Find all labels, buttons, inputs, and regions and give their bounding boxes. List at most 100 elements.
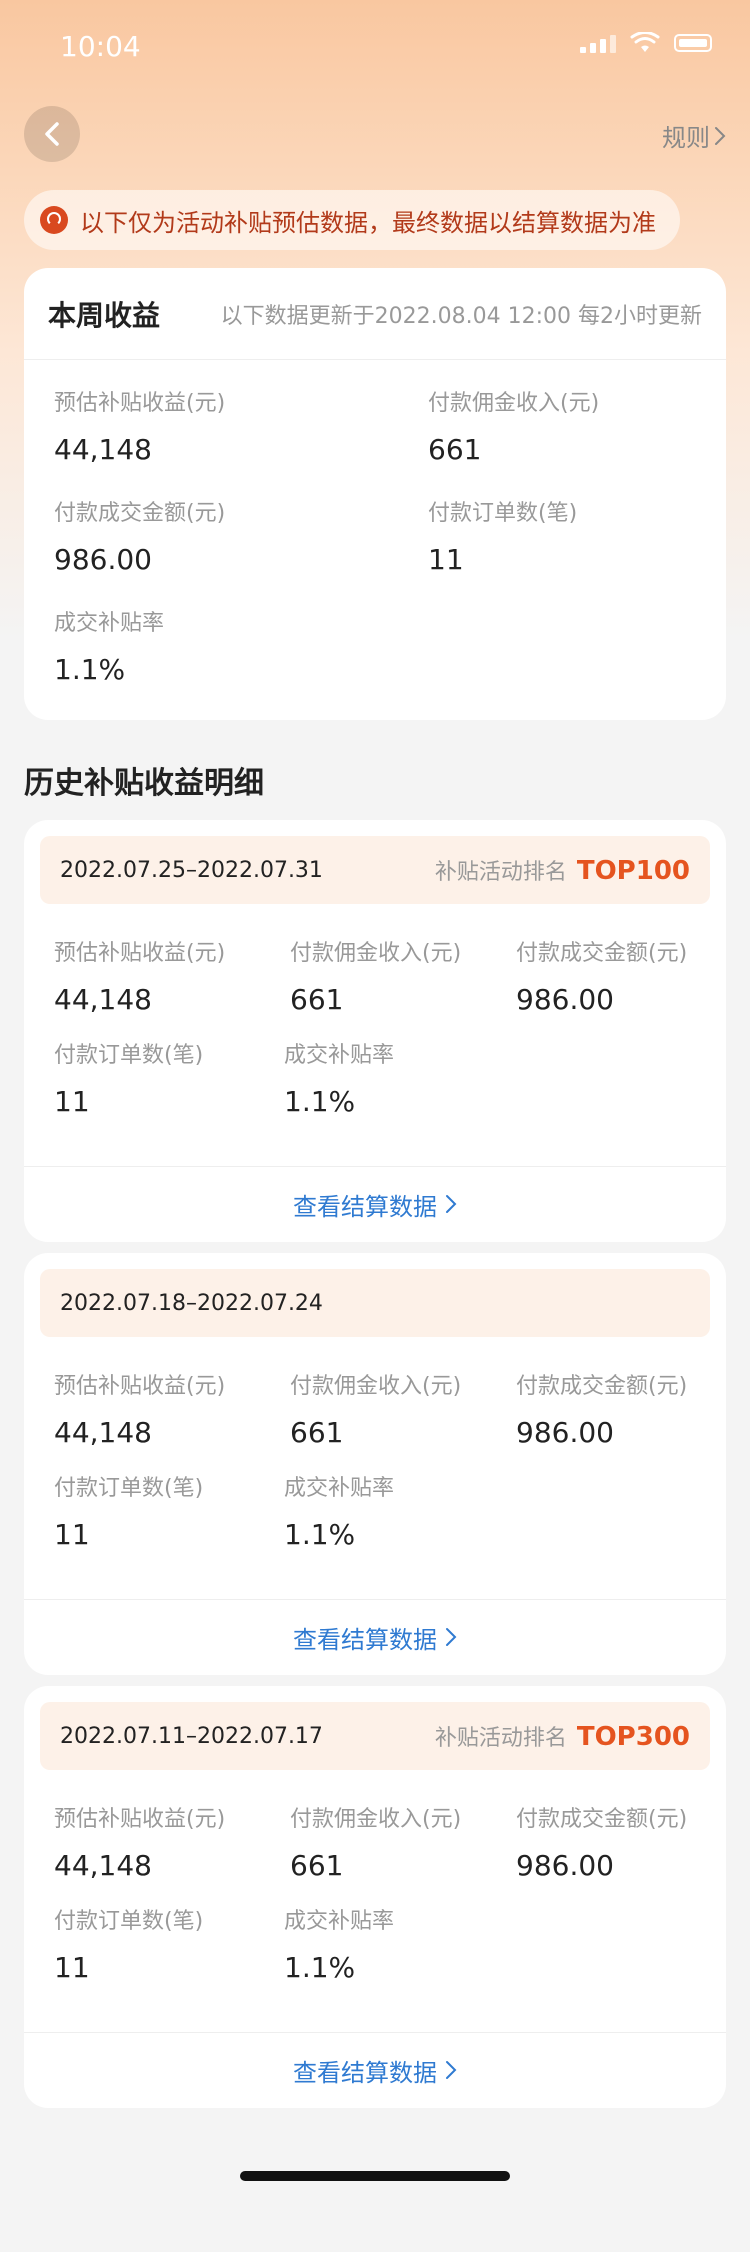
period-range: 2022.07.25–2022.07.31 (60, 857, 323, 883)
metric-commission-income: 付款佣金收入(元) 661 (290, 1806, 461, 1884)
metric-value: 44,148 (54, 983, 152, 1016)
week-earnings-header: 本周收益 以下数据更新于2022.08.04 12:00 每2小时更新 (24, 268, 726, 360)
metric-estimated-subsidy: 预估补贴收益(元) 44,148 (54, 1373, 225, 1451)
wifi-icon (630, 32, 660, 52)
period-header: 2022.07.11–2022.07.17 补贴活动排名 TOP300 (40, 1702, 710, 1770)
status-icons (580, 32, 712, 54)
metric-label: 成交补贴率 (284, 1043, 395, 1068)
metric-commission-income: 付款佣金收入(元) 661 (290, 940, 461, 1018)
metric-label: 付款佣金收入(元) (428, 391, 600, 416)
metric-value: 1.1% (284, 1085, 356, 1118)
metric-subsidy-rate: 成交补贴率 1.1% (54, 610, 164, 688)
metric-label: 付款成交金额(元) (516, 1807, 688, 1832)
battery-icon (674, 34, 712, 52)
metric-value: 986.00 (516, 1416, 614, 1449)
metric-value: 11 (54, 1518, 90, 1551)
metric-subsidy-rate: 成交补贴率 1.1% (284, 1908, 394, 1986)
view-settlement-label: 查看结算数据 (293, 1192, 437, 1221)
rank-label: 补贴活动排名 (434, 1726, 567, 1751)
metric-label: 预估补贴收益(元) (54, 941, 226, 966)
chevron-right-icon (446, 1628, 457, 1646)
metric-label: 预估补贴收益(元) (54, 1374, 226, 1399)
metric-estimated-subsidy: 预估补贴收益(元) 44,148 (54, 390, 225, 468)
metric-value: 44,148 (54, 433, 152, 466)
home-indicator[interactable] (240, 2171, 510, 2181)
update-note: 以下数据更新于2022.08.04 12:00 每2小时更新 (220, 303, 702, 329)
metric-label: 付款成交金额(元) (516, 1374, 688, 1399)
metric-commission-income: 付款佣金收入(元) 661 (290, 1373, 461, 1451)
metric-label: 预估补贴收益(元) (54, 1807, 226, 1832)
metric-value: 986.00 (516, 1849, 614, 1882)
metric-transaction-amount: 付款成交金额(元) 986.00 (54, 500, 225, 578)
metric-order-count: 付款订单数(笔) 11 (54, 1475, 203, 1553)
rank-badge: 补贴活动排名 TOP100 (435, 854, 690, 886)
metric-label: 付款成交金额(元) (516, 941, 688, 966)
period-header: 2022.07.18–2022.07.24 (40, 1269, 710, 1337)
metric-label: 付款成交金额(元) (54, 501, 226, 526)
metric-label: 付款佣金收入(元) (290, 1807, 462, 1832)
metric-label: 预估补贴收益(元) (54, 391, 226, 416)
week-earnings-card: 本周收益 以下数据更新于2022.08.04 12:00 每2小时更新 预估补贴… (24, 268, 726, 720)
rank-value: TOP100 (576, 856, 690, 886)
metric-value: 661 (290, 1416, 344, 1449)
metric-transaction-amount: 付款成交金额(元) 986.00 (516, 940, 687, 1018)
nav-bar: 规则 (0, 100, 750, 172)
metric-transaction-amount: 付款成交金额(元) 986.00 (516, 1373, 687, 1451)
metric-label: 付款订单数(笔) (54, 1909, 204, 1934)
metric-value: 661 (428, 433, 482, 466)
status-time: 10:04 (60, 30, 141, 63)
metric-label: 付款佣金收入(元) (290, 941, 462, 966)
lightbulb-icon (40, 206, 68, 234)
period-card: 2022.07.11–2022.07.17 补贴活动排名 TOP300 预估补贴… (24, 1686, 726, 2108)
signal-icon (580, 33, 616, 53)
notice-banner: 以下仅为活动补贴预估数据，最终数据以结算数据为准 (24, 190, 680, 250)
chevron-right-icon (446, 1195, 457, 1213)
view-settlement-link[interactable]: 查看结算数据 (24, 2032, 726, 2108)
metric-subsidy-rate: 成交补贴率 1.1% (284, 1042, 394, 1120)
week-earnings-title: 本周收益 (48, 298, 161, 332)
metric-value: 11 (428, 543, 464, 576)
notice-text: 以下仅为活动补贴预估数据，最终数据以结算数据为准 (80, 208, 656, 237)
metric-label: 付款佣金收入(元) (290, 1374, 462, 1399)
metric-order-count: 付款订单数(笔) 11 (54, 1908, 203, 1986)
metric-value: 1.1% (54, 653, 126, 686)
rank-badge: 补贴活动排名 TOP300 (435, 1720, 690, 1752)
period-header: 2022.07.25–2022.07.31 补贴活动排名 TOP100 (40, 836, 710, 904)
metric-subsidy-rate: 成交补贴率 1.1% (284, 1475, 394, 1553)
metric-order-count: 付款订单数(笔) 11 (54, 1042, 203, 1120)
metric-value: 44,148 (54, 1416, 152, 1449)
metric-value: 1.1% (284, 1518, 356, 1551)
chevron-right-icon (446, 2061, 457, 2079)
view-settlement-label: 查看结算数据 (293, 2058, 437, 2087)
rules-label: 规则 (662, 124, 710, 152)
chevron-left-icon (45, 122, 59, 146)
metric-label: 付款订单数(笔) (54, 1476, 204, 1501)
metric-order-count: 付款订单数(笔) 11 (428, 500, 577, 578)
metric-label: 成交补贴率 (284, 1476, 395, 1501)
metric-label: 付款订单数(笔) (428, 501, 578, 526)
metric-value: 11 (54, 1085, 90, 1118)
chevron-right-icon (715, 126, 726, 145)
back-button[interactable] (24, 106, 80, 162)
view-settlement-link[interactable]: 查看结算数据 (24, 1599, 726, 1675)
metric-value: 661 (290, 983, 344, 1016)
metric-value: 11 (54, 1951, 90, 1984)
status-bar: 10:04 (0, 0, 750, 92)
view-settlement-link[interactable]: 查看结算数据 (24, 1166, 726, 1242)
metric-label: 付款订单数(笔) (54, 1043, 204, 1068)
rank-label: 补贴活动排名 (434, 860, 567, 885)
metric-estimated-subsidy: 预估补贴收益(元) 44,148 (54, 940, 225, 1018)
period-card: 2022.07.18–2022.07.24 预估补贴收益(元) 44,148 付… (24, 1253, 726, 1675)
metric-commission-income: 付款佣金收入(元) 661 (428, 390, 599, 468)
metric-value: 661 (290, 1849, 344, 1882)
period-range: 2022.07.11–2022.07.17 (60, 1723, 323, 1749)
period-card: 2022.07.25–2022.07.31 补贴活动排名 TOP100 预估补贴… (24, 820, 726, 1242)
period-range: 2022.07.18–2022.07.24 (60, 1290, 323, 1316)
metric-value: 986.00 (516, 983, 614, 1016)
metric-value: 44,148 (54, 1849, 152, 1882)
metric-label: 成交补贴率 (54, 611, 165, 636)
rank-value: TOP300 (576, 1722, 690, 1752)
metric-estimated-subsidy: 预估补贴收益(元) 44,148 (54, 1806, 225, 1884)
rules-link[interactable]: 规则 (662, 118, 726, 153)
metric-value: 986.00 (54, 543, 152, 576)
